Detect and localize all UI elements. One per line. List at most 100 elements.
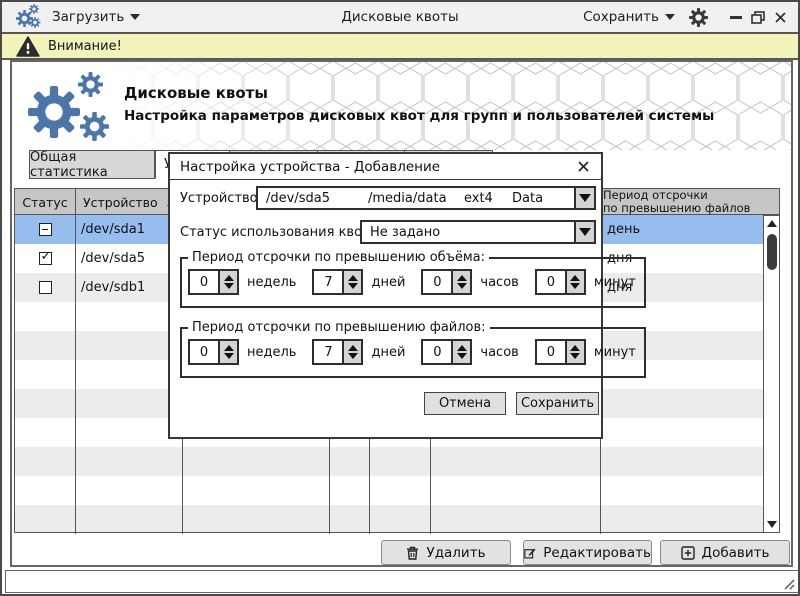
delete-button[interactable]: Удалить [381,540,511,565]
column-header-device[interactable]: Устройство [83,189,169,215]
device-cell: /dev/sda5 [81,244,145,273]
dialog-title-bar: Настройка устройства - Добавление [170,154,601,180]
restore-button[interactable] [750,9,766,25]
close-button[interactable] [772,9,788,25]
scroll-down-button[interactable] [764,517,779,532]
volume-weeks-spinner[interactable]: 0 [188,269,239,295]
warning-text: Внимание! [48,39,122,54]
add-button[interactable]: Добавить [660,540,790,565]
dialog-title: Настройка устройства - Добавление [180,159,440,175]
spinner-arrows[interactable] [218,341,237,363]
files-weeks-spinner[interactable]: 0 [188,339,239,365]
save-menu-button[interactable]: Сохранить [583,9,675,25]
edit-icon [524,546,536,560]
scrollbar-thumb[interactable] [767,234,777,270]
files-days-spinner[interactable]: 7 [312,339,363,365]
spinner-arrows[interactable] [342,271,361,293]
quota-status-label: Статус использования квот: [180,220,374,244]
arrow-down-icon [579,194,591,202]
device-cell: /dev/sda1 [81,215,145,244]
scroll-up-button[interactable] [764,216,779,231]
volume-days-spinner[interactable]: 7 [312,269,363,295]
status-bar [5,570,799,593]
unit-label: дней [371,275,405,290]
device-name: Data [504,188,543,208]
load-menu-label: Загрузить [52,9,124,25]
app-window: Загрузить Дисковые квоты Сохранить [0,0,800,596]
quota-status-select[interactable]: Не задано [360,220,596,244]
volume-grace-legend: Период отсрочки по превышению объёма: [188,250,489,265]
column-header-grace-files[interactable]: Период отсрочки по превышению файлов [603,189,773,215]
files-hours-spinner[interactable]: 0 [421,339,472,365]
spinner-value[interactable]: 0 [423,271,451,293]
table-actions: Удалить Редактировать Добавить [12,538,791,567]
minimize-icon [730,16,742,19]
files-minutes-spinner[interactable]: 0 [535,339,586,365]
dropdown-arrow-button[interactable] [574,222,594,242]
spinner-value[interactable]: 0 [190,341,218,363]
save-button[interactable]: Сохранить [516,392,599,415]
app-gears-icon [16,4,42,30]
resize-grip-icon[interactable] [779,576,795,590]
spinner-value[interactable]: 0 [537,341,565,363]
column-divider [75,189,76,534]
device-select[interactable]: /dev/sda5 /media/data ext4 Data [256,186,596,210]
restore-icon [751,11,765,24]
device-fs: ext4 [456,188,504,208]
edit-button[interactable]: Редактировать [523,540,652,565]
page-subtitle: Настройка параметров дисковых квот для г… [124,108,714,124]
spinner-arrows[interactable] [565,271,584,293]
unit-label: часов [480,345,518,360]
spinner-arrows[interactable] [565,341,584,363]
spinner-value[interactable]: 0 [190,271,218,293]
vertical-scrollbar[interactable] [763,215,780,533]
edit-button-label: Редактировать [543,545,651,561]
arrow-down-icon [767,521,777,528]
add-button-label: Добавить [702,545,770,561]
spinner-arrows[interactable] [342,341,361,363]
checkbox-unchecked[interactable] [39,281,52,294]
save-button-label: Сохранить [521,396,594,411]
spinner-arrows[interactable] [218,271,237,293]
spinner-value[interactable]: 7 [314,271,342,293]
table-row-empty [15,505,779,532]
spinner-value[interactable]: 7 [314,341,342,363]
column-header-status[interactable]: Статус [15,189,75,215]
dropdown-arrow-button[interactable] [574,188,594,208]
delete-button-label: Удалить [426,545,485,561]
load-menu-button[interactable]: Загрузить [52,9,140,25]
settings-gear-icon[interactable] [689,8,708,27]
unit-label: минут [594,275,636,290]
unit-label: дней [371,345,405,360]
files-grace-legend: Период отсрочки по превышению файлов: [188,320,490,335]
plus-square-icon [681,546,695,560]
tab-general-statistics[interactable]: Общая статистика [29,150,155,179]
quota-status-value: Не задано [362,222,440,242]
save-menu-label: Сохранить [583,9,659,25]
device-mount: /media/data [360,188,456,208]
arrow-up-icon [767,220,777,227]
warning-banner: Внимание! [2,34,798,60]
spinner-value[interactable]: 0 [537,271,565,293]
spinner-arrows[interactable] [451,271,470,293]
unit-label: часов [480,275,518,290]
unit-label: недель [247,275,296,290]
spinner-arrows[interactable] [451,341,470,363]
table-row-empty [15,476,779,505]
volume-hours-spinner[interactable]: 0 [421,269,472,295]
grace-cell: день [607,215,640,244]
page-gears-logo-icon [28,72,116,142]
checkbox-checked[interactable] [39,252,52,265]
trash-icon [406,546,419,560]
unit-label: недель [247,345,296,360]
unit-label: минут [594,345,636,360]
cancel-button[interactable]: Отмена [424,392,506,415]
volume-minutes-spinner[interactable]: 0 [535,269,586,295]
minimize-button[interactable] [728,9,744,25]
checkbox-indeterminate[interactable] [39,223,52,236]
warning-icon [16,36,40,57]
dialog-close-button[interactable] [575,159,591,175]
hexagon-pattern-decoration [108,62,792,150]
spinner-value[interactable]: 0 [423,341,451,363]
device-field-label: Устройство: [180,186,262,210]
